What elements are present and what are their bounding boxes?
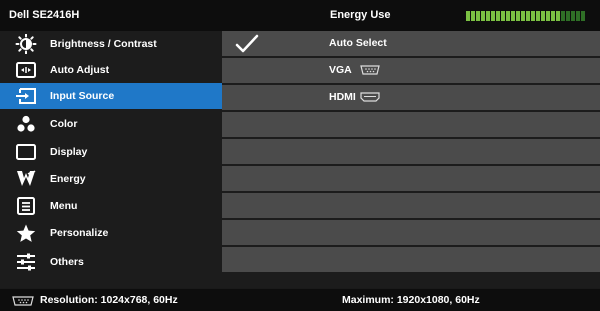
energy-meter-segment — [516, 11, 520, 21]
energy-meter-segment — [476, 11, 480, 21]
menu-item-label: Others — [50, 256, 84, 268]
monitor-model: Dell SE2416H — [9, 9, 80, 21]
energy-meter-segment — [491, 11, 495, 21]
energy-meter-segment — [571, 11, 575, 21]
option-label: Auto Select — [329, 37, 387, 49]
option-vga[interactable]: VGA — [222, 58, 600, 83]
menu-item-display[interactable]: Display — [0, 139, 222, 165]
energy-meter-segment — [471, 11, 475, 21]
current-resolution: Resolution: 1024x768, 60Hz — [40, 294, 178, 306]
energy-meter-segment — [576, 11, 580, 21]
osd-header: Dell SE2416H Energy Use — [0, 0, 600, 31]
menu-item-color[interactable]: Color — [0, 111, 222, 137]
energy-use-meter — [466, 11, 585, 21]
display-icon — [14, 142, 38, 162]
menu-icon — [14, 196, 38, 216]
energy-meter-segment — [506, 11, 510, 21]
menu-item-label: Display — [50, 146, 88, 158]
energy-icon — [14, 169, 38, 189]
energy-meter-segment — [486, 11, 490, 21]
energy-meter-segment — [561, 11, 565, 21]
energy-meter-segment — [531, 11, 535, 21]
menu-item-brightness-contrast[interactable]: Brightness / Contrast — [0, 31, 222, 57]
energy-meter-segment — [526, 11, 530, 21]
energy-meter-segment — [581, 11, 585, 21]
option-hdmi[interactable]: HDMI — [222, 85, 600, 110]
energy-meter-segment — [556, 11, 560, 21]
energy-meter-segment — [546, 11, 550, 21]
energy-use-label: Energy Use — [330, 9, 391, 21]
maximum-resolution: Maximum: 1920x1080, 60Hz — [342, 294, 480, 306]
monitor-osd: Dell SE2416H Energy Use Brightness / Con… — [0, 0, 600, 311]
menu-item-personalize[interactable]: Personalize — [0, 220, 222, 246]
option-auto-select[interactable]: Auto Select — [222, 31, 600, 56]
empty-option-row — [222, 166, 600, 191]
empty-option-row — [222, 247, 600, 272]
hdmi-port-icon — [360, 92, 380, 102]
menu-item-label: Energy — [50, 173, 86, 185]
empty-option-row — [222, 220, 600, 245]
option-label: HDMI — [329, 91, 356, 103]
energy-meter-segment — [511, 11, 515, 21]
color-icon — [14, 114, 38, 134]
energy-meter-segment — [541, 11, 545, 21]
brightness-icon — [14, 34, 38, 54]
main-menu: Brightness / Contrast Auto Adjust Input … — [0, 31, 222, 288]
menu-item-label: Color — [50, 118, 78, 130]
menu-item-label: Brightness / Contrast — [50, 38, 157, 50]
input-source-icon — [14, 86, 38, 106]
others-icon — [14, 252, 38, 272]
osd-footer: Resolution: 1024x768, 60Hz Maximum: 1920… — [0, 289, 600, 311]
energy-meter-segment — [521, 11, 525, 21]
empty-option-row — [222, 193, 600, 218]
menu-item-energy[interactable]: Energy — [0, 166, 222, 192]
checkmark-icon — [235, 34, 259, 53]
menu-item-input-source[interactable]: Input Source — [0, 83, 222, 109]
empty-option-row — [222, 139, 600, 164]
star-icon — [14, 223, 38, 243]
energy-meter-segment — [466, 11, 470, 21]
energy-meter-segment — [501, 11, 505, 21]
energy-meter-segment — [551, 11, 555, 21]
menu-item-label: Menu — [50, 200, 78, 212]
vga-port-icon — [360, 65, 380, 75]
energy-meter-segment — [566, 11, 570, 21]
input-source-options: Auto Select VGA HDMI — [222, 31, 600, 288]
menu-item-menu[interactable]: Menu — [0, 193, 222, 219]
energy-meter-segment — [481, 11, 485, 21]
menu-item-others[interactable]: Others — [0, 249, 222, 275]
option-label: VGA — [329, 64, 352, 76]
energy-meter-segment — [536, 11, 540, 21]
menu-item-auto-adjust[interactable]: Auto Adjust — [0, 57, 222, 83]
menu-item-label: Personalize — [50, 227, 109, 239]
auto-adjust-icon — [14, 60, 38, 80]
vga-port-icon — [12, 296, 34, 306]
energy-meter-segment — [496, 11, 500, 21]
menu-item-label: Input Source — [50, 90, 115, 102]
empty-option-row — [222, 112, 600, 137]
menu-item-label: Auto Adjust — [50, 64, 110, 76]
